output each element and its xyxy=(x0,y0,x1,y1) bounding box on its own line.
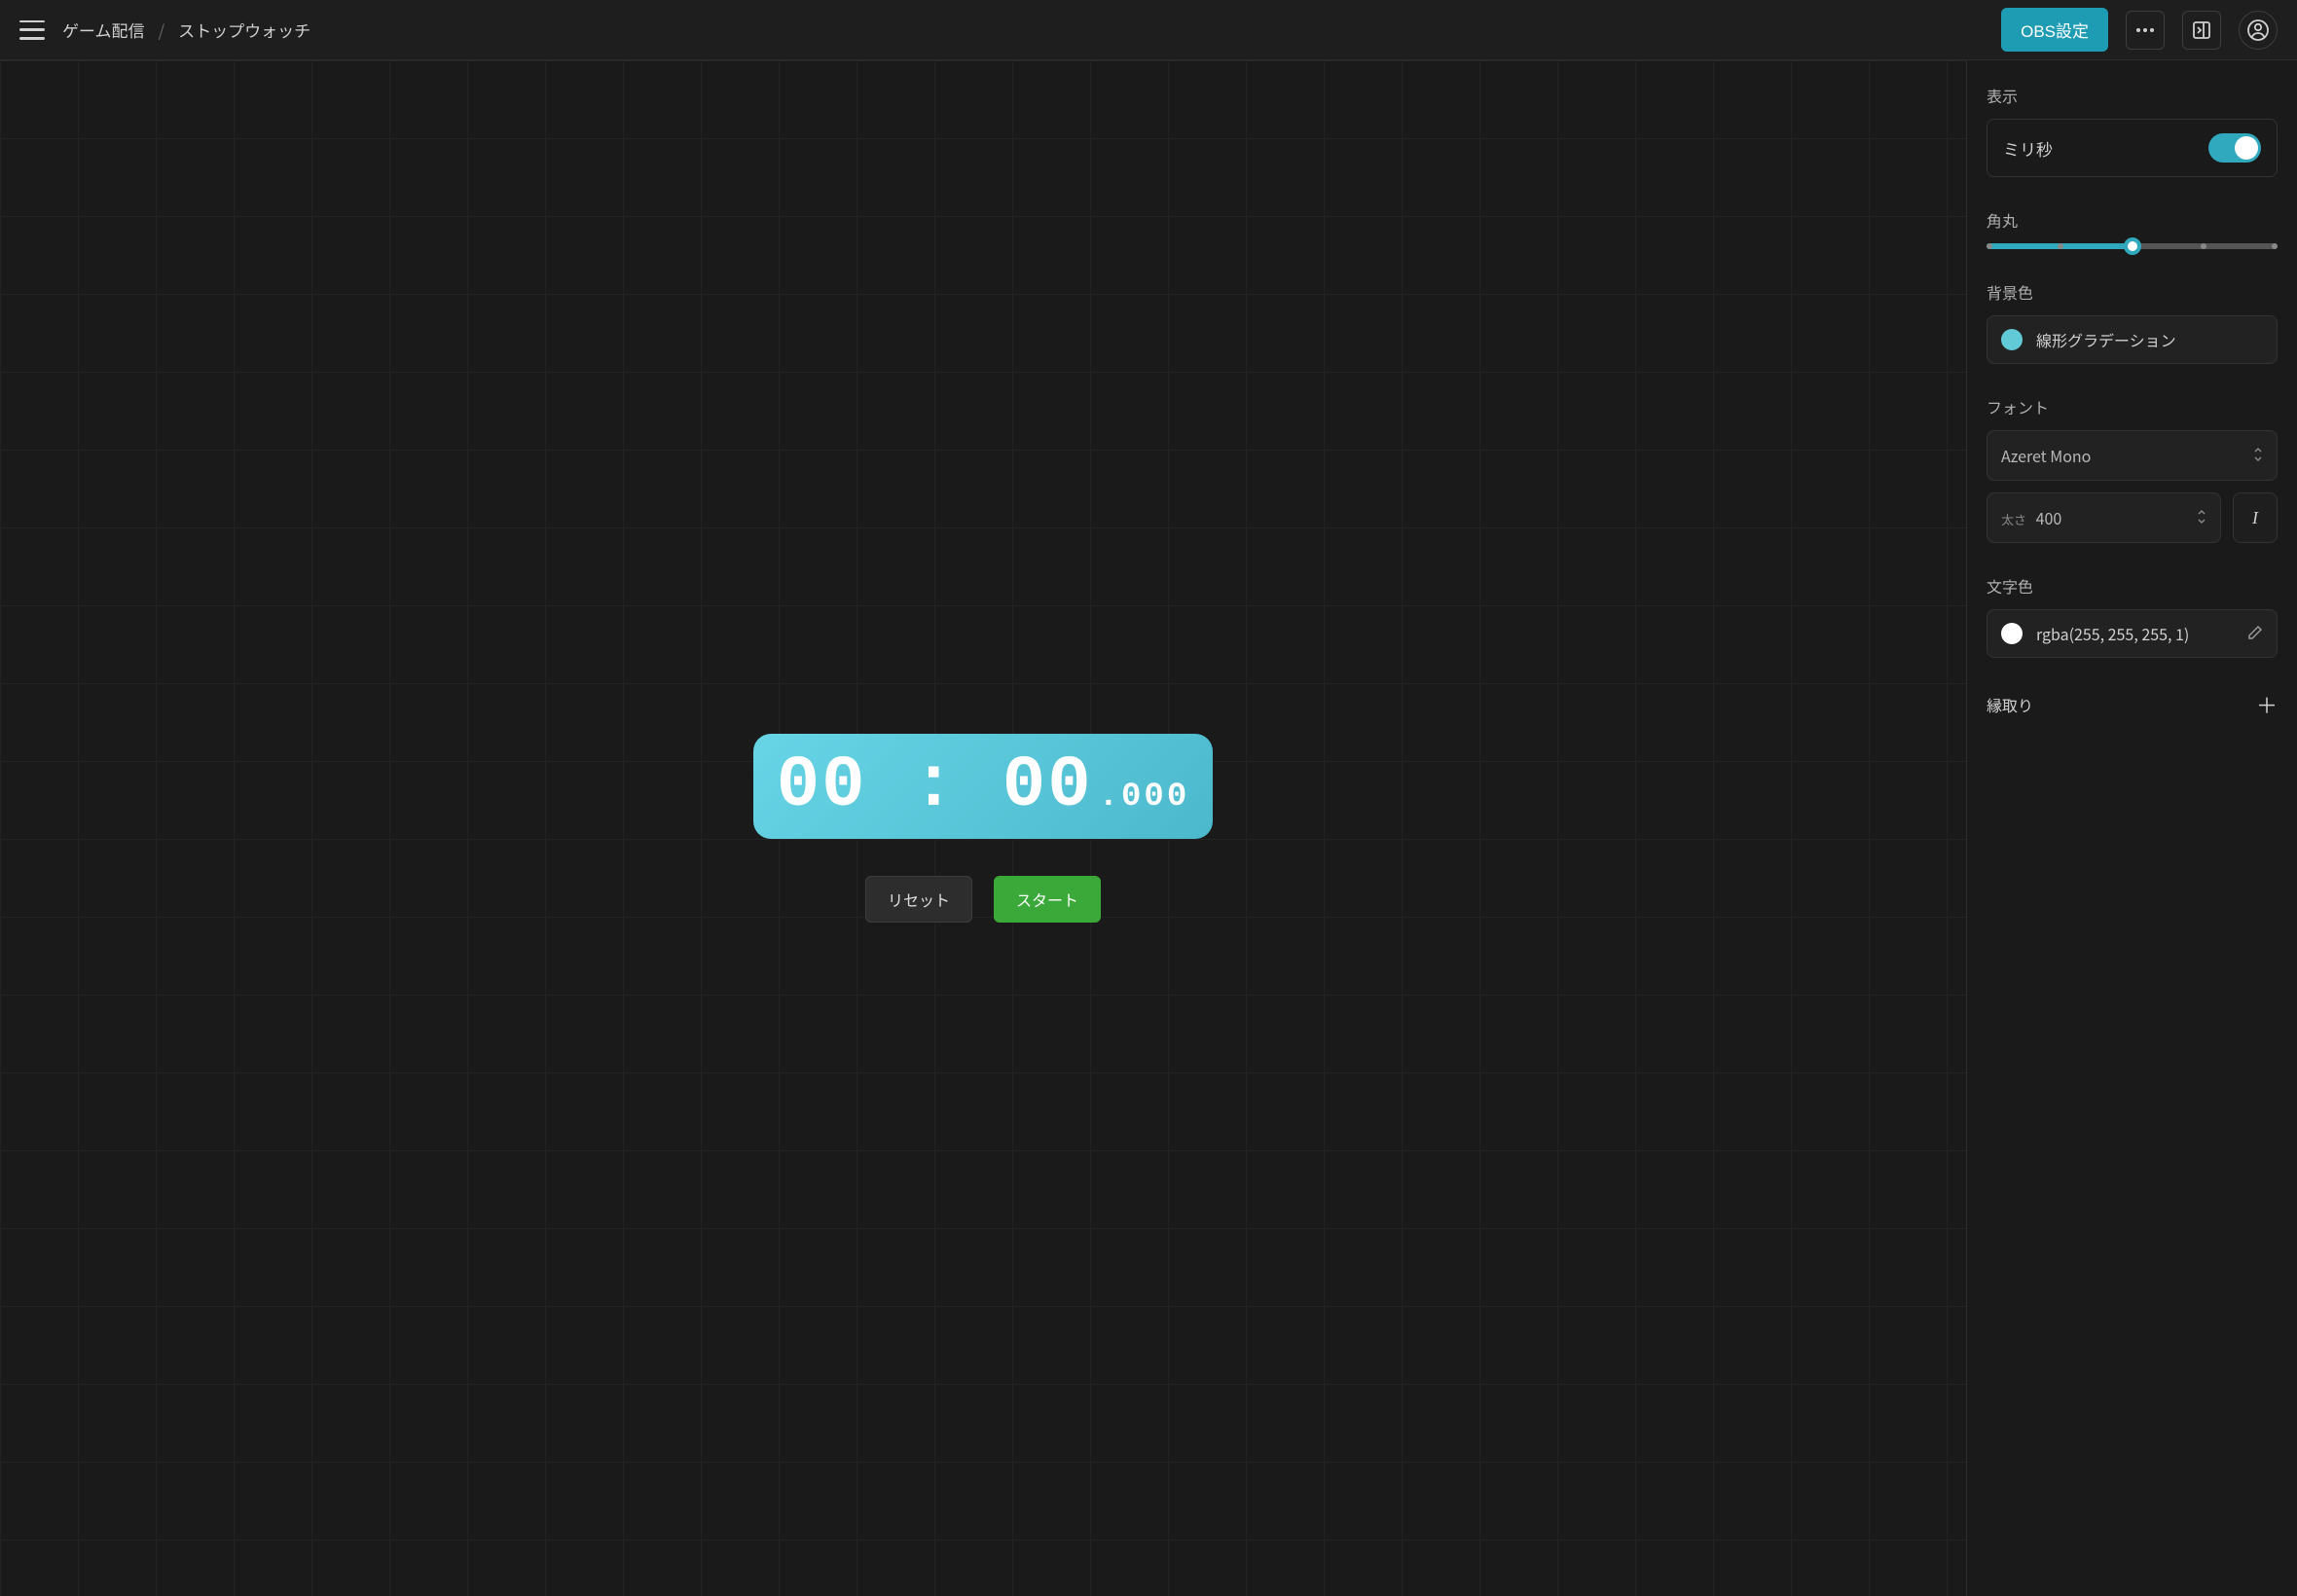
background-label: 背景色 xyxy=(1987,280,2278,304)
text-color-value: rgba(255, 255, 255, 1) xyxy=(2036,622,2189,645)
font-weight-select[interactable]: 太さ 400 xyxy=(1987,492,2221,543)
background-picker[interactable]: 線形グラデーション xyxy=(1987,315,2278,364)
outline-section: 縁取り ＋ xyxy=(1987,689,2278,720)
millisecond-toggle-row: ミリ秒 xyxy=(1987,119,2278,177)
font-family-select[interactable]: Azeret Mono xyxy=(1987,430,2278,481)
text-color-label: 文字色 xyxy=(1987,574,2278,598)
panel-toggle-icon[interactable] xyxy=(2182,11,2221,50)
clock-milliseconds: .000 xyxy=(1099,779,1190,816)
font-family-value: Azeret Mono xyxy=(2001,444,2091,467)
millisecond-label: ミリ秒 xyxy=(2003,136,2053,161)
inspector-panel: 表示 ミリ秒 角丸 背景色 線形グラデーション xyxy=(1966,60,2297,1596)
text-color-swatch-icon xyxy=(2001,623,2023,644)
pencil-icon[interactable] xyxy=(2247,622,2263,645)
add-outline-button[interactable]: ＋ xyxy=(2256,689,2278,720)
stopwatch-controls: リセット スタート xyxy=(865,876,1101,923)
font-section: フォント Azeret Mono 太さ 400 xyxy=(1987,395,2278,543)
breadcrumb-root[interactable]: ゲーム配信 xyxy=(62,18,145,42)
breadcrumb-page[interactable]: ストップウォッチ xyxy=(178,18,310,42)
stopwatch-display[interactable]: 00 : 00 .000 xyxy=(753,734,1213,839)
reset-button[interactable]: リセット xyxy=(865,876,972,923)
radius-label: 角丸 xyxy=(1987,208,2278,232)
font-weight-value: 400 xyxy=(2036,506,2062,529)
chevron-updown-icon xyxy=(2197,505,2206,530)
italic-button[interactable]: I xyxy=(2233,492,2278,543)
background-value: 線形グラデーション xyxy=(2036,328,2176,351)
more-icon[interactable] xyxy=(2126,11,2165,50)
menu-icon[interactable] xyxy=(19,20,45,40)
outline-label: 縁取り xyxy=(1987,693,2033,716)
clock-main: 00 : 00 xyxy=(777,745,1093,827)
background-swatch-icon xyxy=(2001,329,2023,350)
obs-settings-button[interactable]: OBS設定 xyxy=(2001,8,2108,52)
breadcrumb-sep: / xyxy=(159,18,165,42)
canvas: 00 : 00 .000 リセット スタート xyxy=(0,60,1966,1596)
breadcrumb: ゲーム配信 / ストップウォッチ xyxy=(62,18,310,42)
background-section: 背景色 線形グラデーション xyxy=(1987,280,2278,364)
radius-slider[interactable] xyxy=(1987,243,2278,249)
account-icon[interactable] xyxy=(2239,11,2278,50)
display-label: 表示 xyxy=(1987,84,2278,107)
font-label: フォント xyxy=(1987,395,2278,418)
display-section: 表示 ミリ秒 xyxy=(1987,84,2278,177)
header: ゲーム配信 / ストップウォッチ OBS設定 xyxy=(0,0,2297,60)
chevron-updown-icon xyxy=(2253,443,2263,468)
radius-section: 角丸 xyxy=(1987,208,2278,249)
text-color-picker[interactable]: rgba(255, 255, 255, 1) xyxy=(1987,609,2278,658)
text-color-section: 文字色 rgba(255, 255, 255, 1) xyxy=(1987,574,2278,658)
millisecond-toggle[interactable] xyxy=(2208,133,2261,163)
start-button[interactable]: スタート xyxy=(994,876,1101,923)
font-weight-prefix: 太さ xyxy=(2001,510,2026,528)
